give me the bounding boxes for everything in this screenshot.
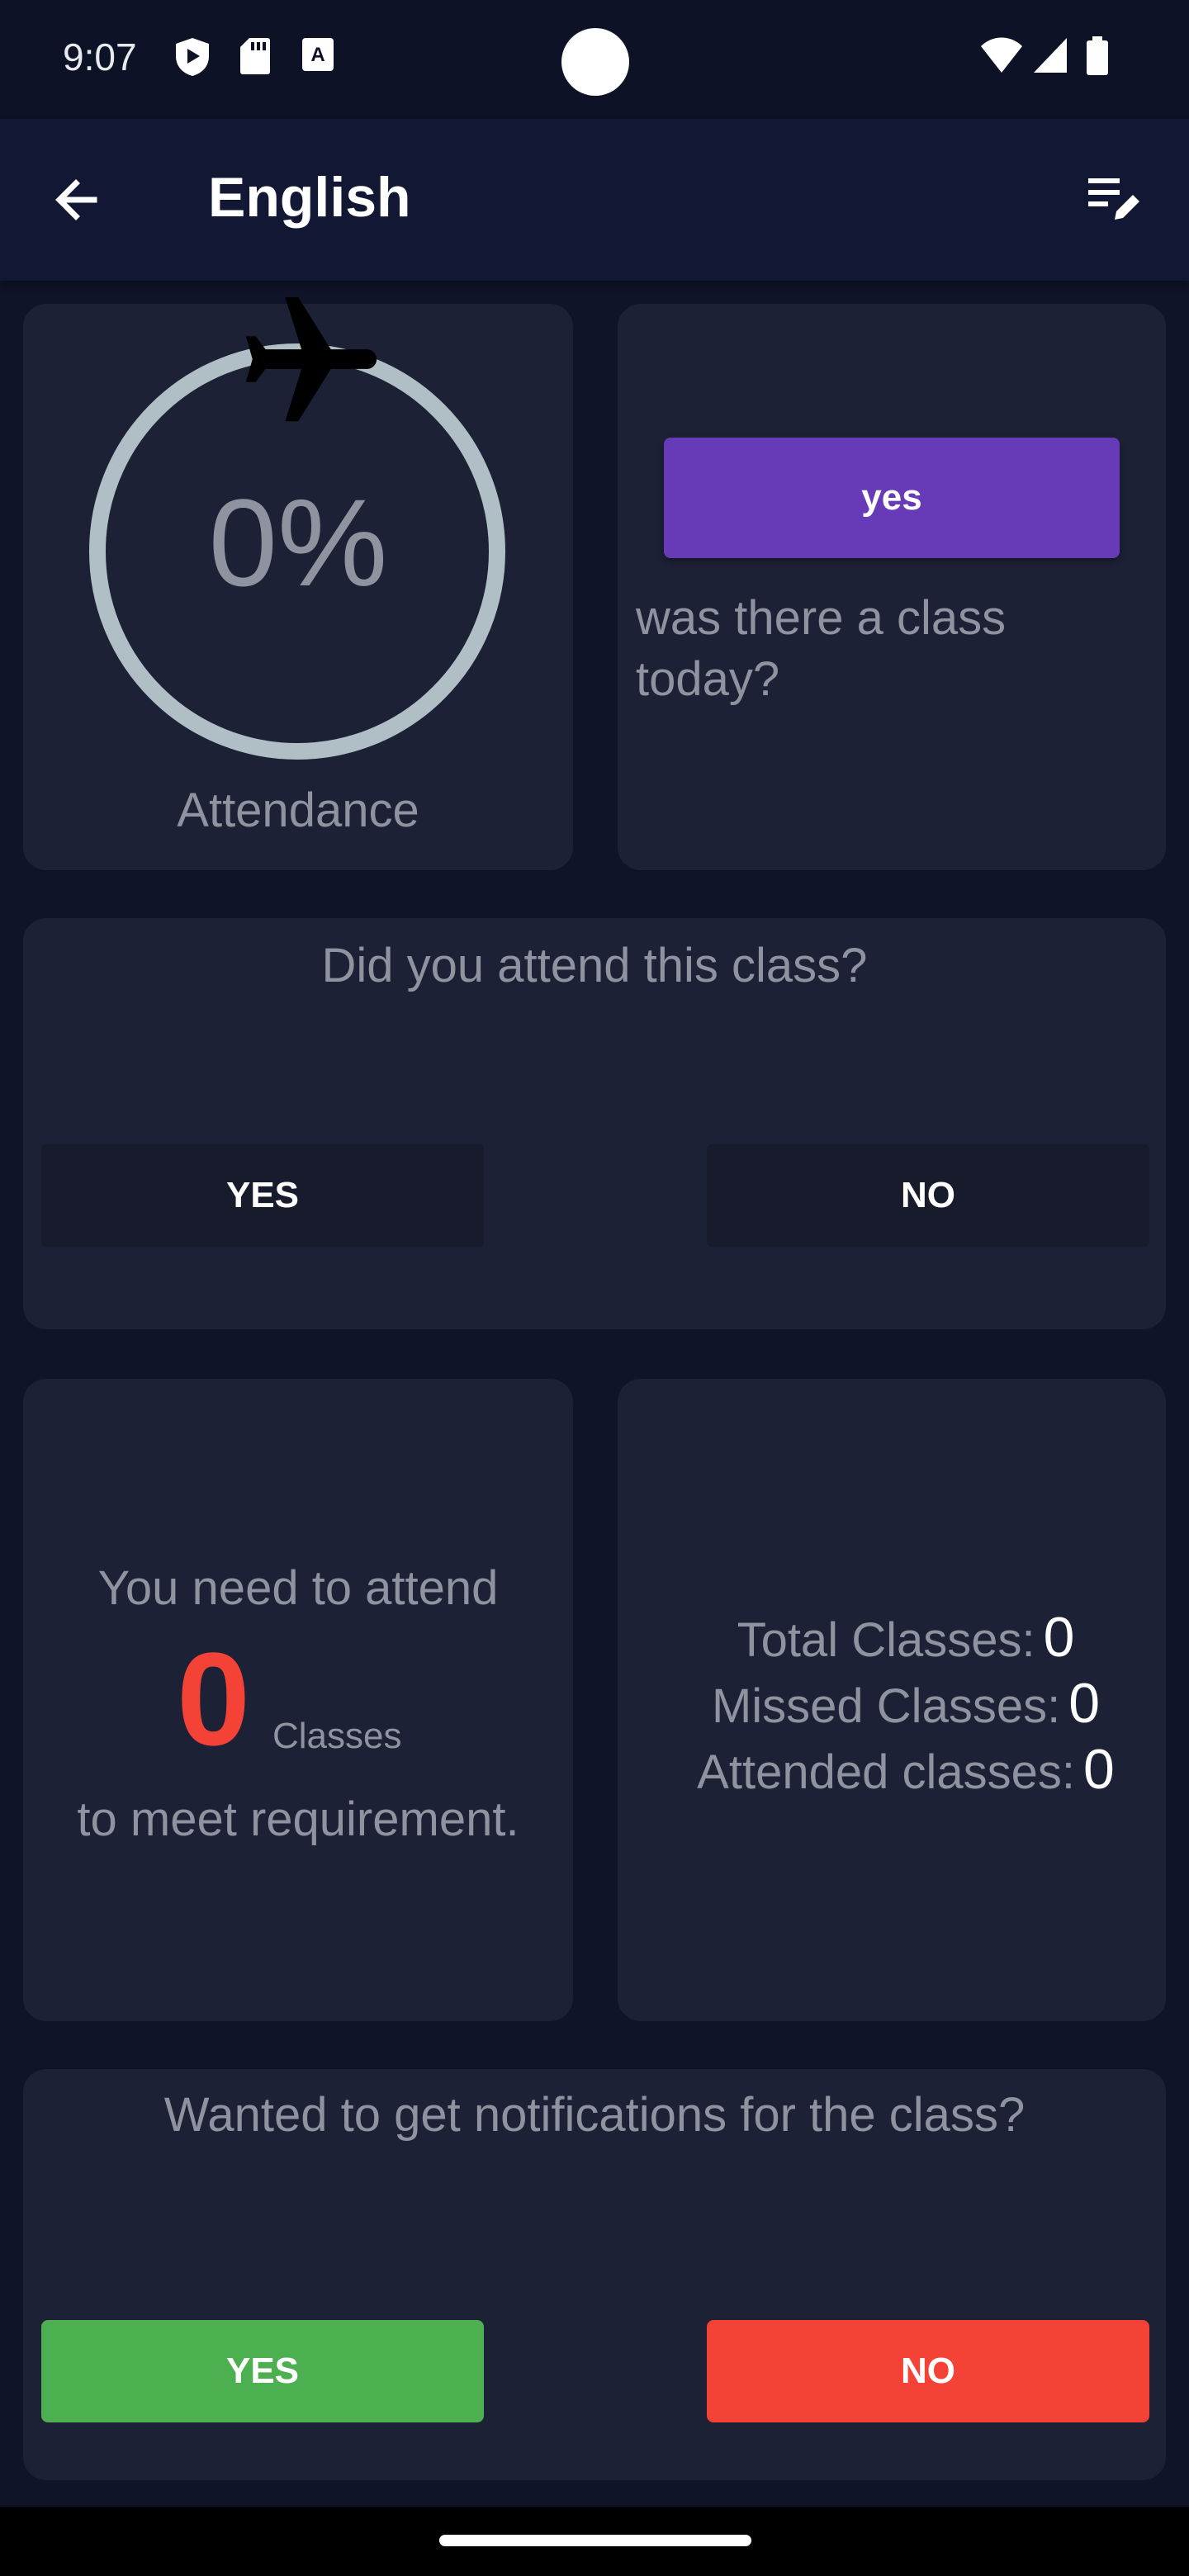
edit-list-icon[interactable]: [1087, 173, 1144, 226]
attend-no-button[interactable]: NO: [707, 1144, 1149, 1247]
class-today-question: was there a class today?: [636, 591, 1007, 706]
requirement-card: [23, 1379, 573, 2021]
missed-classes-row: Missed Classes: 0: [621, 1671, 1189, 1735]
missed-classes-label: Missed Classes:: [711, 1679, 1061, 1733]
status-time: 9:07: [63, 36, 137, 78]
shield-play-icon: [176, 38, 209, 76]
arrow-left-icon[interactable]: [50, 173, 102, 226]
requirement-line2: to meet requirement.: [77, 1792, 519, 1846]
attendance-percentage: 0%: [208, 473, 388, 612]
cell-signal-icon: [1034, 38, 1067, 73]
required-classes-unit: Classes: [272, 1716, 402, 1756]
notification-yes-button[interactable]: YES: [41, 2320, 484, 2422]
status-bar: 9:07 A: [0, 0, 1189, 119]
total-classes-label: Total Classes:: [737, 1613, 1035, 1667]
notification-question: Wanted to get notifications for the clas…: [163, 2088, 1026, 2142]
battery-icon: [1087, 36, 1108, 75]
total-classes-value: 0: [1043, 1606, 1075, 1669]
keyboard-a-icon: A: [302, 38, 334, 71]
requirement-line1: You need to attend: [97, 1561, 499, 1615]
app-bar: English: [0, 119, 1189, 281]
sd-card-icon: [240, 38, 270, 74]
svg-text:A: A: [310, 44, 324, 66]
attendance-card: 0% Attendance: [23, 296, 573, 870]
class-today-yes-button[interactable]: yes: [664, 438, 1120, 558]
attend-question: Did you attend this class?: [321, 939, 868, 992]
attend-yes-button[interactable]: YES: [41, 1144, 484, 1247]
attended-classes-label: Attended classes:: [697, 1745, 1075, 1799]
class-today-card: [618, 304, 1166, 870]
attended-classes-row: Attended classes: 0: [621, 1737, 1189, 1802]
notification-no-button[interactable]: NO: [707, 2320, 1149, 2422]
missed-classes-value: 0: [1068, 1672, 1101, 1735]
camera-cutout: [561, 28, 629, 96]
total-classes-row: Total Classes: 0: [621, 1605, 1189, 1669]
attendance-label: Attendance: [177, 784, 419, 837]
required-classes-count: 0: [177, 1625, 250, 1773]
attended-classes-value: 0: [1083, 1738, 1115, 1801]
page-title: English: [208, 166, 411, 229]
wifi-icon: [981, 37, 1022, 73]
airplane-icon: [245, 296, 377, 422]
home-gesture-handle[interactable]: [439, 2535, 751, 2546]
